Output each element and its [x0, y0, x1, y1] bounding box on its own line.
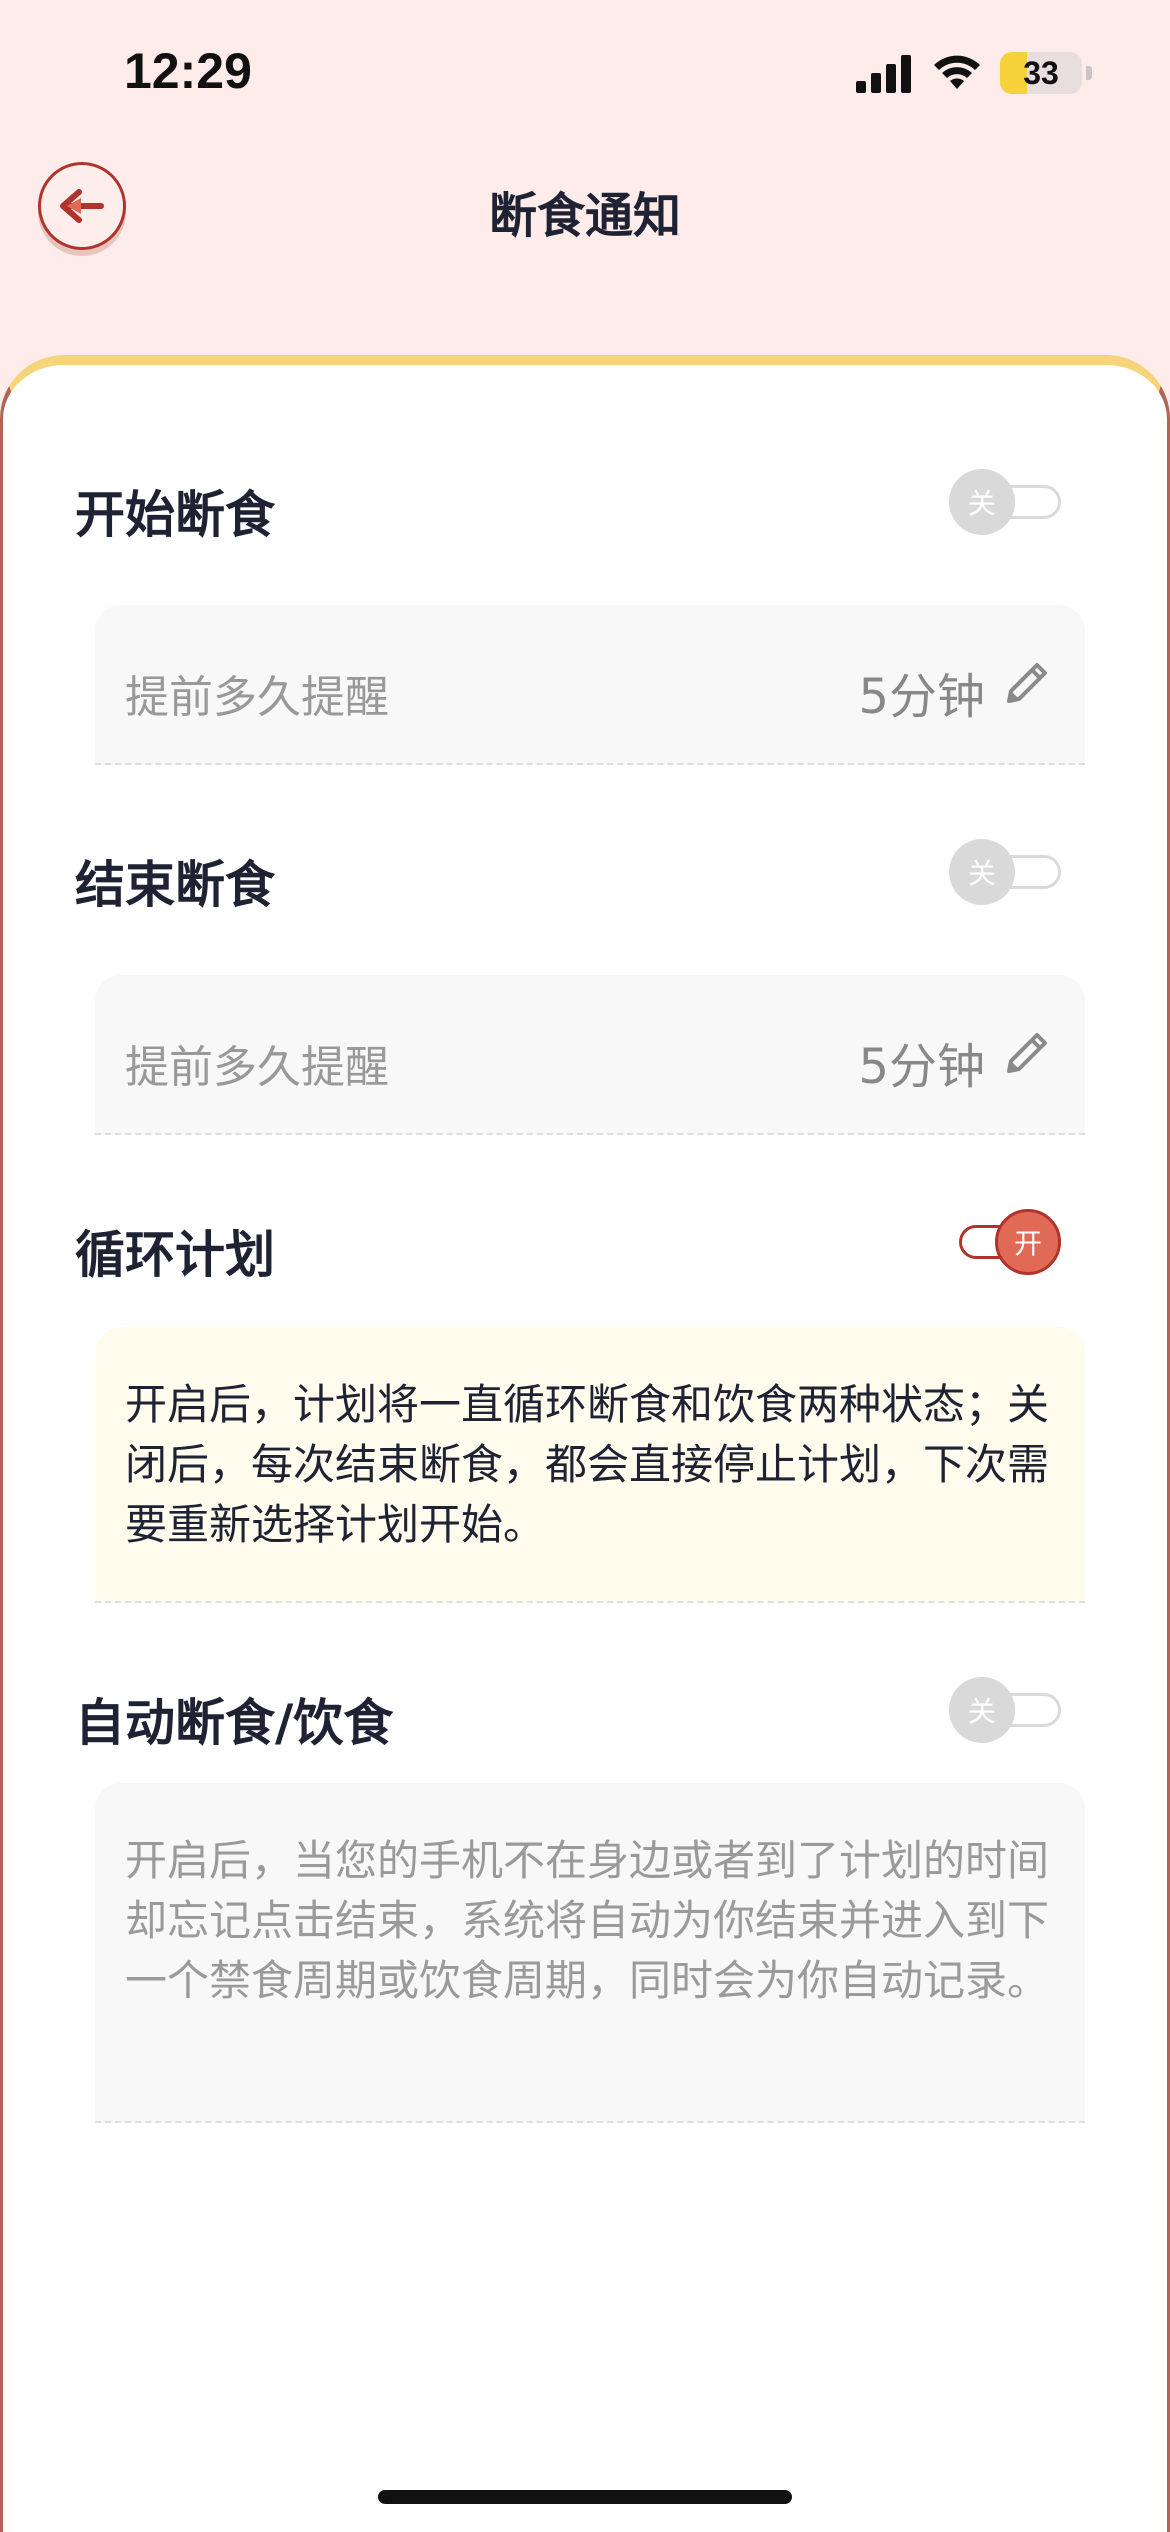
- auto-fast-note: 开启后，当您的手机不在身边或者到了计划的时间却忘记点击结束，系统将自动为你结束并…: [95, 1783, 1085, 2123]
- status-icons: 33: [856, 52, 1092, 94]
- end-fast-section: 结束断食 关 提前多久提醒 5分钟: [75, 839, 1085, 1135]
- status-time: 12:29: [124, 43, 252, 99]
- battery-icon: 33: [1000, 52, 1082, 94]
- pencil-icon[interactable]: [999, 1025, 1055, 1081]
- section-title-start-fast: 开始断食: [75, 486, 275, 544]
- start-fast-section: 开始断食 关 提前多久提醒 5分钟: [75, 469, 1085, 765]
- end-fast-toggle[interactable]: 关: [949, 839, 1061, 905]
- cycle-plan-note: 开启后，计划将一直循环断食和饮食两种状态；关闭后，每次结束断食，都会直接停止计划…: [95, 1327, 1085, 1603]
- settings-card: 开始断食 关 提前多久提醒 5分钟 结束断食 关 提前多久提醒 5分钟 循环计划…: [0, 355, 1170, 2532]
- toggle-knob: 关: [949, 1677, 1015, 1743]
- start-fast-reminder-row[interactable]: 提前多久提醒 5分钟: [95, 605, 1085, 765]
- section-title-auto-fast: 自动断食/饮食: [75, 1694, 394, 1752]
- toggle-knob: 关: [949, 839, 1015, 905]
- cycle-plan-description: 开启后，计划将一直循环断食和饮食两种状态；关闭后，每次结束断食，都会直接停止计划…: [125, 1380, 1050, 1549]
- cellular-signal-icon: [856, 55, 911, 93]
- toggle-knob: 关: [949, 469, 1015, 535]
- section-title-end-fast: 结束断食: [75, 856, 275, 914]
- cycle-plan-section: 循环计划 开 开启后，计划将一直循环断食和饮食两种状态；关闭后，每次结束断食，都…: [75, 1209, 1085, 1655]
- end-fast-reminder-row[interactable]: 提前多久提醒 5分钟: [95, 975, 1085, 1135]
- reminder-value: 5分钟: [858, 1039, 985, 1095]
- auto-fast-description: 开启后，当您的手机不在身边或者到了计划的时间却忘记点击结束，系统将自动为你结束并…: [125, 1836, 1050, 2005]
- toggle-knob: 开: [995, 1209, 1061, 1275]
- section-title-cycle-plan: 循环计划: [75, 1226, 275, 1284]
- status-bar: 12:29 33: [0, 0, 1170, 150]
- pencil-icon[interactable]: [999, 655, 1055, 711]
- reminder-label: 提前多久提醒: [125, 672, 389, 723]
- battery-level: 33: [1023, 54, 1059, 91]
- reminder-value: 5分钟: [858, 669, 985, 725]
- page-title: 断食通知: [488, 188, 681, 244]
- home-indicator[interactable]: [378, 2490, 792, 2504]
- battery-cap: [1086, 66, 1092, 80]
- cycle-plan-toggle[interactable]: 开: [949, 1209, 1061, 1275]
- auto-fast-section: 自动断食/饮食 关 开启后，当您的手机不在身边或者到了计划的时间却忘记点击结束，…: [75, 1677, 1085, 2153]
- auto-fast-toggle[interactable]: 关: [949, 1677, 1061, 1743]
- start-fast-toggle[interactable]: 关: [949, 469, 1061, 535]
- wifi-icon: [934, 55, 980, 89]
- reminder-label: 提前多久提醒: [125, 1042, 389, 1093]
